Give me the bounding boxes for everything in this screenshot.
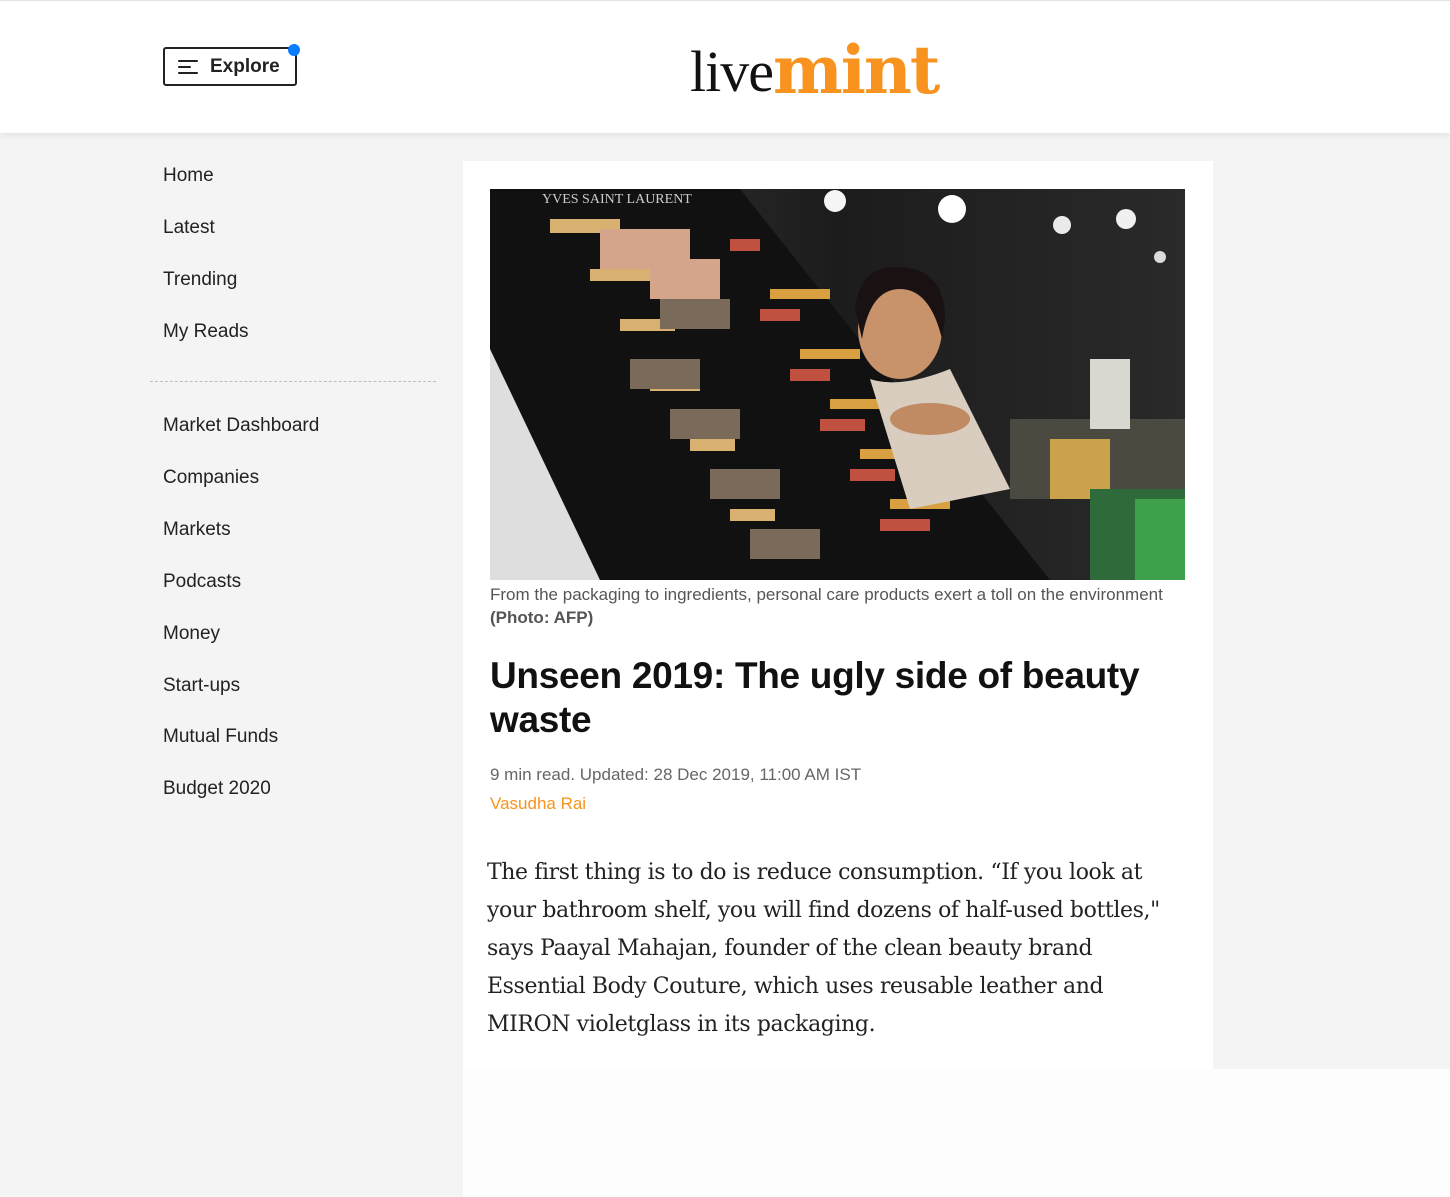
sidebar-item-markets[interactable]: Markets	[163, 519, 231, 541]
hamburger-menu-icon	[178, 59, 198, 74]
sidebar-item-home[interactable]: Home	[163, 165, 214, 187]
sidebar-item-market-dashboard[interactable]: Market Dashboard	[163, 415, 319, 437]
sidebar-item-trending[interactable]: Trending	[163, 269, 237, 291]
site-header: Explore live mint	[0, 0, 1450, 133]
cosmetics-display-photo: YVES SAINT LAURENT	[490, 189, 1185, 580]
updated-timestamp: . Updated: 28 Dec 2019, 11:00 AM IST	[570, 765, 862, 784]
page-bottom-area	[463, 1069, 1450, 1197]
svg-text:YVES SAINT LAURENT: YVES SAINT LAURENT	[542, 192, 692, 207]
sidebar-item-podcasts[interactable]: Podcasts	[163, 571, 241, 593]
sidebar-divider	[150, 381, 436, 382]
caption-text: From the packaging to ingredients, perso…	[490, 585, 1163, 604]
author-link[interactable]: Vasudha Rai	[490, 794, 586, 814]
sidebar-item-money[interactable]: Money	[163, 623, 220, 645]
sidebar-item-mutual-funds[interactable]: Mutual Funds	[163, 726, 278, 748]
read-time: 9 min read	[490, 765, 571, 784]
sidebar-nav: Home Latest Trending My Reads Market Das…	[0, 133, 462, 1197]
sidebar-item-budget-2020[interactable]: Budget 2020	[163, 778, 271, 800]
logo-live-text: live	[690, 39, 774, 104]
photo-credit: (Photo: AFP)	[490, 608, 594, 627]
notification-dot	[288, 44, 300, 56]
article-hero-image[interactable]: YVES SAINT LAURENT	[490, 189, 1185, 580]
livemint-logo[interactable]: live mint	[690, 25, 940, 109]
sidebar-item-my-reads[interactable]: My Reads	[163, 321, 249, 343]
article-card: YVES SAINT LAURENT From the packaging to…	[463, 161, 1213, 1069]
image-caption: From the packaging to ingredients, perso…	[490, 583, 1180, 629]
article-body-paragraph: The first thing is to do is reduce consu…	[487, 860, 1160, 1037]
explore-label: Explore	[210, 55, 280, 77]
article-meta: 9 min read. Updated: 28 Dec 2019, 11:00 …	[490, 765, 861, 785]
logo-mint-text: mint	[772, 31, 940, 109]
explore-button[interactable]: Explore	[163, 44, 300, 86]
sidebar-item-start-ups[interactable]: Start-ups	[163, 675, 240, 697]
article-headline: Unseen 2019: The ugly side of beauty was…	[490, 655, 1140, 740]
sidebar-item-latest[interactable]: Latest	[163, 217, 215, 239]
sidebar-item-companies[interactable]: Companies	[163, 467, 259, 489]
